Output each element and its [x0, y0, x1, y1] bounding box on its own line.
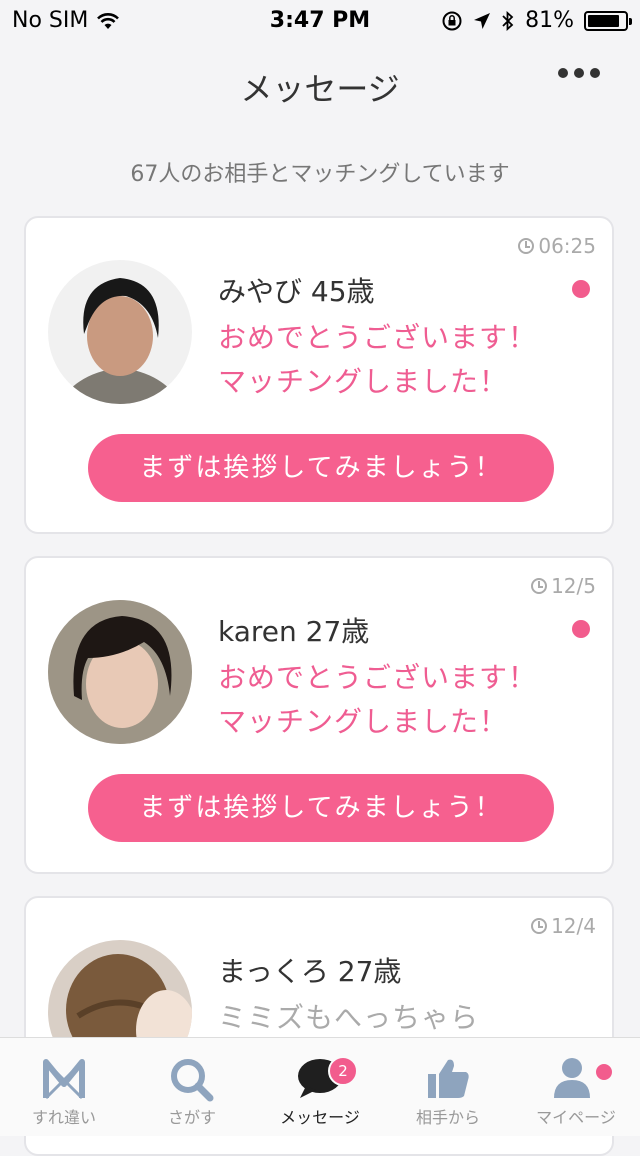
message-line: マッチングしました！ — [218, 705, 509, 738]
orientation-lock-icon — [442, 11, 462, 30]
page-title: メッセージ — [240, 70, 400, 108]
user-icon — [554, 1058, 590, 1098]
greet-button[interactable]: まずは挨拶してみましょう！ — [88, 774, 554, 842]
message-line: ミミズもへっちゃら — [218, 1001, 480, 1034]
avatar[interactable] — [48, 600, 192, 744]
tab-mypage[interactable]: マイページ — [512, 1038, 640, 1136]
battery-icon — [584, 10, 632, 31]
unread-dot — [572, 620, 590, 638]
message-badge: 2 — [328, 1056, 358, 1086]
match-time: 12/5 — [551, 574, 596, 598]
status-bar: No SIM 3:47 PM 81% — [0, 0, 640, 40]
tab-messages[interactable]: 2 メッセージ — [256, 1038, 384, 1136]
tab-label: さがす — [167, 1108, 216, 1127]
chat-icon — [298, 1059, 342, 1098]
avatar[interactable] — [48, 260, 192, 404]
message-line: おめでとうございます！ — [218, 661, 538, 694]
match-name: まっくろ 27歳 — [218, 955, 402, 988]
match-time: 12/4 — [551, 914, 596, 938]
tab-bar: すれ違い さがす 2 メッセージ 相手から マイページ — [0, 1037, 640, 1136]
tab-label: メッセージ — [280, 1108, 360, 1127]
tab-label: 相手から — [415, 1108, 480, 1127]
location-arrow-icon — [474, 12, 491, 29]
tab-passing[interactable]: すれ違い — [0, 1038, 128, 1136]
greet-button[interactable]: まずは挨拶してみましょう！ — [88, 434, 554, 502]
tab-search[interactable]: さがす — [128, 1038, 256, 1136]
bluetooth-icon — [502, 10, 514, 31]
match-card[interactable]: 06:25 みやび 45歳 おめでとうございます！ マッチングしました！ まずは… — [24, 216, 614, 534]
unread-dot — [572, 280, 590, 298]
passing-icon — [43, 1059, 85, 1100]
more-options-icon[interactable] — [558, 68, 600, 78]
notification-dot — [594, 1062, 614, 1082]
match-summary: 67人のお相手とマッチングしています — [130, 162, 510, 187]
message-line: マッチングしました！ — [218, 365, 509, 398]
tab-label: マイページ — [536, 1108, 616, 1127]
message-line: おめでとうございます！ — [218, 321, 538, 354]
tab-label: すれ違い — [31, 1108, 96, 1127]
thumbs-up-icon — [428, 1059, 469, 1098]
match-time: 06:25 — [538, 234, 596, 258]
clock-icon — [531, 918, 548, 934]
clock-icon — [531, 578, 548, 594]
clock-icon — [518, 238, 535, 254]
match-card[interactable]: 12/5 karen 27歳 おめでとうございます！ マッチングしました！ まず… — [24, 556, 614, 874]
match-name: karen 27歳 — [218, 615, 370, 648]
match-name: みやび 45歳 — [218, 275, 375, 308]
battery-percent: 81% — [525, 8, 574, 33]
nav-bar: メッセージ — [0, 56, 640, 112]
search-icon — [171, 1059, 214, 1102]
tab-likes[interactable]: 相手から — [384, 1038, 512, 1136]
